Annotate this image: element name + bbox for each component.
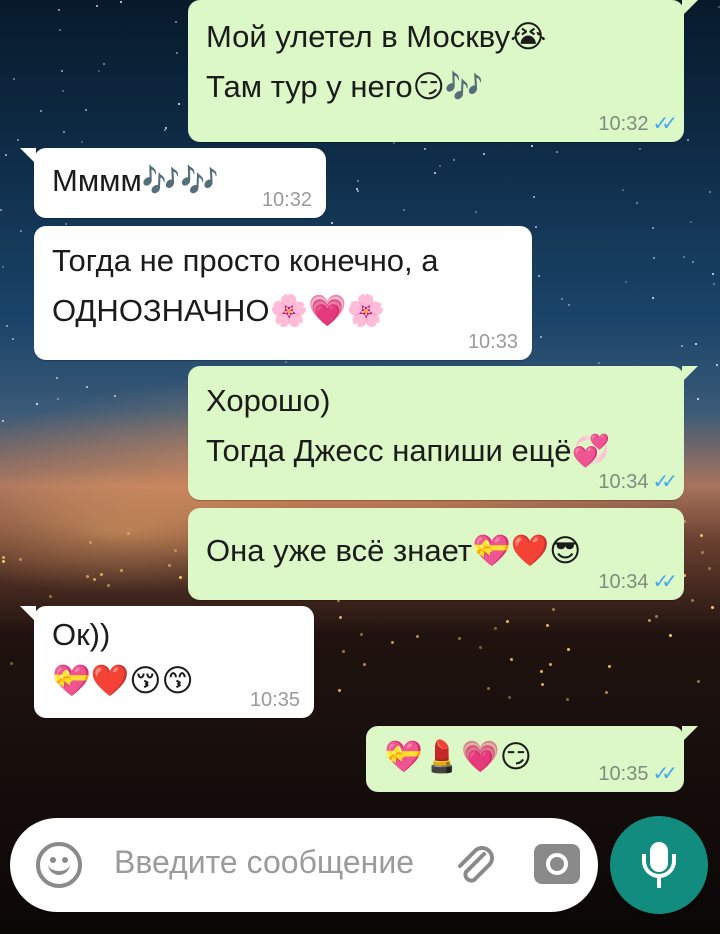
message-time: 10:32: [598, 113, 649, 135]
message-meta: 10:35 ✓✓: [598, 762, 677, 786]
message-meta: 10:34 ✓✓: [598, 470, 677, 494]
message-text: Тогда Джесс напиши ещё💞: [206, 433, 611, 468]
message-meta: 10:35: [250, 688, 300, 712]
message-time: 10:32: [261, 189, 312, 211]
message-time: 10:35: [598, 763, 649, 785]
message-text: Хорошо): [206, 383, 331, 418]
message-text: Мой улетел в Москву😭: [206, 19, 547, 54]
message-text: Тогда не просто конечно, а: [52, 243, 439, 278]
camera-icon[interactable]: [534, 844, 580, 884]
message-incoming[interactable]: Мммм🎶🎶 10:32: [20, 148, 326, 218]
paperclip-icon[interactable]: [450, 840, 500, 890]
message-time: 10:34: [598, 471, 649, 493]
message-outgoing[interactable]: 💝💄💗😏 10:35 ✓✓: [366, 726, 698, 792]
message-time: 10:34: [598, 571, 649, 593]
message-text: ОДНОЗНАЧНО🌸💗🌸: [52, 293, 386, 328]
message-input[interactable]: Введите сообщение: [114, 844, 414, 881]
message-meta: 10:34 ✓✓: [598, 570, 677, 594]
message-outgoing[interactable]: Она уже всё знает💝❤️😎 10:34 ✓✓: [188, 508, 684, 600]
message-composer: Введите сообщение: [10, 818, 598, 912]
message-incoming[interactable]: Тогда не просто конечно, а ОДНОЗНАЧНО🌸💗🌸…: [34, 226, 532, 360]
message-text: Она уже всё знает💝❤️😎: [206, 533, 582, 568]
microphone-button[interactable]: [610, 816, 708, 914]
message-text: Ок)): [52, 617, 111, 652]
message-outgoing[interactable]: Хорошо) Тогда Джесс напиши ещё💞 10:34 ✓✓: [188, 366, 698, 500]
message-meta: 10:32: [262, 188, 312, 212]
message-incoming[interactable]: Ок)) 💝❤️😚😙 10:35: [20, 606, 314, 718]
emoji-icon[interactable]: [36, 842, 82, 888]
message-time: 10:33: [467, 331, 518, 353]
message-outgoing[interactable]: Мой улетел в Москву😭 Там тур у него😏🎶 10…: [188, 0, 698, 142]
message-time: 10:35: [249, 689, 300, 711]
read-ticks-icon: ✓✓: [652, 763, 677, 785]
read-ticks-icon: ✓✓: [652, 471, 677, 493]
message-meta: 10:32 ✓✓: [598, 112, 677, 136]
message-text: Там тур у него😏🎶: [206, 69, 484, 104]
read-ticks-icon: ✓✓: [652, 571, 677, 593]
read-ticks-icon: ✓✓: [652, 113, 677, 135]
message-meta: 10:33: [468, 330, 518, 354]
